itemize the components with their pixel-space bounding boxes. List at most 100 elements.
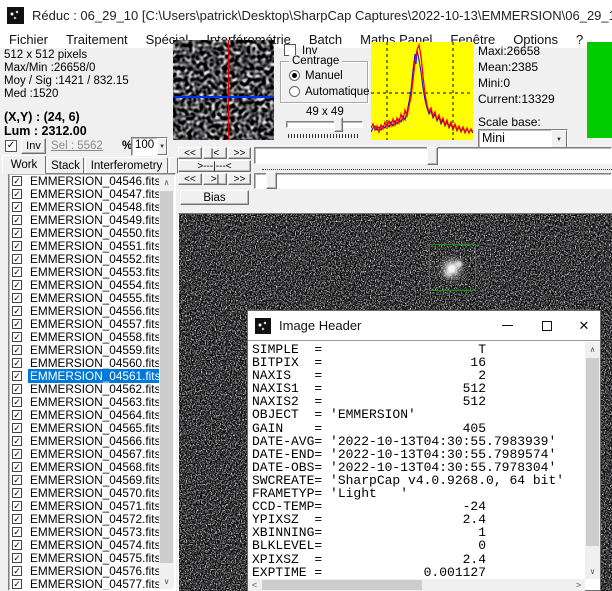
file-checkbox[interactable]: ✓ (12, 449, 22, 459)
list-item[interactable]: ✓EMMERSION_04572.fits (9, 512, 175, 525)
list-item[interactable]: ✓EMMERSION_04558.fits (9, 330, 175, 343)
file-checkbox[interactable]: ✓ (12, 566, 22, 576)
file-checkbox[interactable]: ✓ (12, 501, 22, 511)
zoom-combobox[interactable]: 100 ▼ (131, 137, 168, 156)
file-checkbox[interactable]: ✓ (12, 371, 22, 381)
list-item[interactable]: ✓EMMERSION_04548.fits (9, 200, 175, 213)
list-item[interactable]: ✓EMMERSION_04556.fits (9, 304, 175, 317)
maximize-button[interactable] (531, 311, 563, 340)
list-item[interactable]: ✓EMMERSION_04574.fits (9, 538, 175, 551)
list-item[interactable]: ✓EMMERSION_04568.fits (9, 460, 175, 473)
list-item[interactable]: ✓EMMERSION_04547.fits (9, 187, 175, 200)
list-item[interactable]: ✓EMMERSION_04554.fits (9, 278, 175, 291)
file-checkbox[interactable]: ✓ (12, 397, 22, 407)
inv-button[interactable]: Inv (21, 138, 46, 154)
file-list-scrollbar[interactable]: ∧ ∨ (159, 175, 174, 589)
list-item[interactable]: ✓EMMERSION_04577.fits (9, 577, 175, 590)
file-checkbox[interactable]: ✓ (12, 306, 22, 316)
list-item[interactable]: ✓EMMERSION_04563.fits (9, 395, 175, 408)
threshold-slider-thumb[interactable] (266, 172, 277, 189)
file-checkbox[interactable]: ✓ (12, 384, 22, 394)
list-item[interactable]: ✓EMMERSION_04552.fits (9, 252, 175, 265)
threshold-slider-track[interactable] (254, 173, 612, 189)
file-checkbox[interactable]: ✓ (12, 475, 22, 485)
list-item[interactable]: ✓EMMERSION_04571.fits (9, 499, 175, 512)
dialog-scroll-left-icon[interactable]: < (248, 579, 261, 591)
list-item[interactable]: ✓EMMERSION_04546.fits (9, 174, 175, 187)
menu-fichier[interactable]: Fichier (0, 32, 57, 47)
list-item[interactable]: ✓EMMERSION_04566.fits (9, 434, 175, 447)
file-checkbox[interactable]: ✓ (12, 215, 22, 225)
scroll-up-icon[interactable]: ∧ (159, 175, 174, 190)
list-item[interactable]: ✓EMMERSION_04575.fits (9, 551, 175, 564)
dialog-vscrollbar[interactable]: ∧ ∨ (585, 342, 600, 579)
list-item[interactable]: ✓EMMERSION_04549.fits (9, 213, 175, 226)
file-checkbox[interactable]: ✓ (12, 410, 22, 420)
file-checkbox[interactable]: ✓ (12, 228, 22, 238)
file-checkbox[interactable]: ✓ (12, 293, 22, 303)
selection-box[interactable] (429, 244, 476, 291)
list-item[interactable]: ✓EMMERSION_04576.fits (9, 564, 175, 577)
scroll-thumb[interactable] (160, 191, 173, 563)
list-item[interactable]: ✓EMMERSION_04557.fits (9, 317, 175, 330)
dialog-scroll-thumb[interactable] (586, 358, 599, 546)
nav-step-button[interactable]: >| (203, 173, 227, 185)
tab-stack[interactable]: Stack (47, 157, 84, 174)
nav-center-button[interactable]: >---|---< (178, 160, 251, 172)
tab-work[interactable]: Work (2, 155, 46, 174)
list-item[interactable]: ✓EMMERSION_04561.fits (9, 369, 175, 382)
dialog-hscrollbar[interactable]: < > (248, 579, 585, 591)
centrage-manuel-radio[interactable] (289, 70, 300, 81)
list-item[interactable]: ✓EMMERSION_04555.fits (9, 291, 175, 304)
file-checkbox[interactable]: ✓ (12, 319, 22, 329)
image-header-dialog[interactable]: Image Header ✕ SIMPLE = T BITPIX = 16 NA… (247, 310, 601, 591)
box-size-slider-track[interactable] (286, 121, 363, 128)
frame-slider-thumb[interactable] (427, 147, 438, 165)
dialog-scroll-right-icon[interactable]: > (572, 579, 585, 591)
box-size-slider-thumb[interactable] (334, 117, 343, 132)
file-checkbox[interactable]: ✓ (12, 540, 22, 550)
file-checkbox[interactable]: ✓ (12, 514, 22, 524)
list-item[interactable]: ✓EMMERSION_04570.fits (9, 486, 175, 499)
invert-checkbox[interactable]: ✓ (5, 140, 17, 152)
file-checkbox[interactable]: ✓ (12, 189, 22, 199)
scroll-down-icon[interactable]: ∨ (159, 574, 174, 589)
file-checkbox[interactable]: ✓ (12, 176, 22, 186)
nav-prev-button[interactable]: << (178, 147, 202, 159)
list-item[interactable]: ✓EMMERSION_04565.fits (9, 421, 175, 434)
file-checkbox[interactable]: ✓ (12, 280, 22, 290)
zoom-thumbnail[interactable] (173, 40, 274, 140)
list-item[interactable]: ✓EMMERSION_04564.fits (9, 408, 175, 421)
list-item[interactable]: ✓EMMERSION_04567.fits (9, 447, 175, 460)
tab-interferometry[interactable]: Interferometry (85, 157, 168, 174)
file-checkbox[interactable]: ✓ (12, 345, 22, 355)
menu-traitement[interactable]: Traitement (57, 32, 137, 47)
list-item[interactable]: ✓EMMERSION_04560.fits (9, 356, 175, 369)
title-bar[interactable]: Réduc : 06_29_10 [C:\Users\patrick\Deskt… (0, 0, 612, 30)
dialog-hscroll-thumb[interactable] (262, 580, 422, 590)
tab-partial[interactable] (169, 157, 178, 174)
file-checkbox[interactable]: ✓ (12, 254, 22, 264)
nav-next-button[interactable]: >> (228, 147, 251, 159)
file-checkbox[interactable]: ✓ (12, 436, 22, 446)
list-item[interactable]: ✓EMMERSION_04550.fits (9, 226, 175, 239)
bias-button[interactable]: Bias (180, 190, 249, 205)
dialog-scroll-down-icon[interactable]: ∨ (585, 564, 600, 579)
close-button[interactable]: ✕ (568, 311, 600, 340)
zoom-dropdown-arrow-icon[interactable]: ▼ (157, 138, 167, 155)
file-checkbox[interactable]: ✓ (12, 553, 22, 563)
list-item[interactable]: ✓EMMERSION_04562.fits (9, 382, 175, 395)
list-item[interactable]: ✓EMMERSION_04573.fits (9, 525, 175, 538)
list-item[interactable]: ✓EMMERSION_04553.fits (9, 265, 175, 278)
list-item[interactable]: ✓EMMERSION_04559.fits (9, 343, 175, 356)
centrage-auto-radio[interactable] (289, 86, 300, 97)
nav-back-button[interactable]: << (178, 173, 202, 185)
list-item[interactable]: ✓EMMERSION_04551.fits (9, 239, 175, 252)
file-checkbox[interactable]: ✓ (12, 488, 22, 498)
file-checkbox[interactable]: ✓ (12, 423, 22, 433)
file-checkbox[interactable]: ✓ (12, 579, 22, 589)
sel-count-link[interactable]: Sel : 5562 (51, 140, 103, 152)
file-checkbox[interactable]: ✓ (12, 332, 22, 342)
file-checkbox[interactable]: ✓ (12, 241, 22, 251)
file-list[interactable]: ✓EMMERSION_04546.fits✓EMMERSION_04547.fi… (8, 173, 176, 591)
